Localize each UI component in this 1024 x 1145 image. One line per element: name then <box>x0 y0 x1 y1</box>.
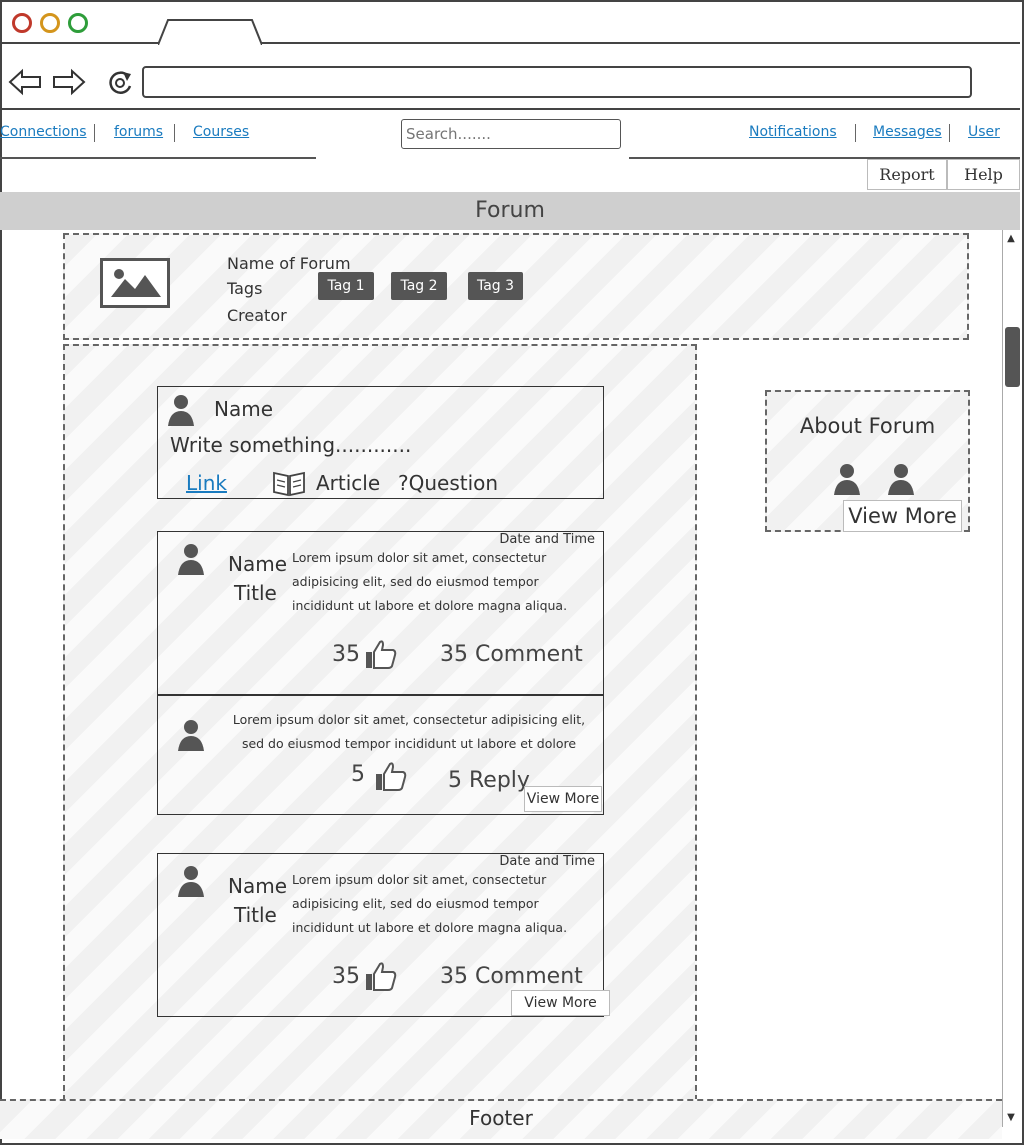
user-icon <box>888 464 914 495</box>
search-input[interactable] <box>401 119 621 149</box>
close-window-button[interactable] <box>12 13 32 33</box>
title-bar <box>0 0 1020 45</box>
thumbs-up-icon[interactable] <box>373 760 407 792</box>
post-like-count: 35 <box>332 964 360 989</box>
post-title[interactable]: Title <box>234 903 277 927</box>
post-composer: Name Write something............ Link Ar… <box>157 386 604 499</box>
tag-chip[interactable]: Tag 1 <box>318 272 374 300</box>
post-datetime: Date and Time <box>499 854 595 869</box>
maximize-window-button[interactable] <box>68 13 88 33</box>
nav-separator <box>94 124 95 142</box>
nav-messages[interactable]: Messages <box>873 124 942 140</box>
tag-chip[interactable]: Tag 3 <box>468 272 523 300</box>
forum-creator-label: Creator <box>227 306 287 325</box>
user-icon <box>178 866 204 897</box>
composer-user-name: Name <box>214 397 274 421</box>
forward-arrow-icon[interactable] <box>50 68 86 96</box>
back-arrow-icon[interactable] <box>8 68 44 96</box>
nav-separator <box>855 124 856 142</box>
forum-post: Date and Time Name Title Lorem ipsum dol… <box>157 853 610 1017</box>
user-icon <box>168 395 194 426</box>
user-icon <box>178 720 204 751</box>
nav-courses[interactable]: Courses <box>193 124 249 140</box>
image-icon <box>100 258 170 308</box>
nav-separator <box>174 124 175 142</box>
link-post-button[interactable]: Link <box>186 471 227 495</box>
post-reply: Lorem ipsum dolor sit amet, consectetur … <box>157 695 604 815</box>
post-title[interactable]: Title <box>234 581 277 605</box>
site-header: Connections forums Courses Notifications… <box>0 112 1020 158</box>
browser-nav-bar <box>0 46 1020 110</box>
forum-tags-label: Tags <box>227 279 263 298</box>
user-icon <box>834 464 860 495</box>
view-more-button[interactable]: View More <box>511 990 610 1016</box>
nav-notifications[interactable]: Notifications <box>749 124 837 140</box>
forum-post: Date and Time Name Title Lorem ipsum dol… <box>157 531 604 695</box>
article-post-button[interactable]: Article <box>316 471 380 495</box>
scroll-up-icon[interactable]: ▲ <box>1005 233 1017 245</box>
user-icon <box>178 544 204 575</box>
nav-forums[interactable]: forums <box>114 124 163 140</box>
post-author-name[interactable]: Name <box>228 552 287 576</box>
reply-like-count: 5 <box>351 762 365 787</box>
book-icon <box>273 471 305 497</box>
about-view-more-button[interactable]: View More <box>843 500 962 532</box>
address-bar[interactable] <box>142 66 972 98</box>
thumbs-up-icon[interactable] <box>363 638 397 670</box>
question-post-button[interactable]: ?Question <box>398 471 498 495</box>
report-button[interactable]: Report <box>867 159 947 190</box>
scroll-down-icon[interactable]: ▼ <box>1005 1112 1017 1124</box>
post-datetime: Date and Time <box>499 532 595 547</box>
tag-chip[interactable]: Tag 2 <box>391 272 447 300</box>
reload-icon[interactable] <box>104 68 136 96</box>
nav-separator <box>949 124 950 142</box>
reply-body: Lorem ipsum dolor sit amet, consectetur … <box>232 712 586 751</box>
browser-tab[interactable] <box>158 19 262 45</box>
help-button[interactable]: Help <box>947 159 1020 190</box>
header-divider <box>0 157 316 159</box>
reply-count[interactable]: 5 Reply <box>448 768 530 793</box>
post-body: Lorem ipsum dolor sit amet, consectetur … <box>292 550 568 613</box>
page-title: Forum <box>0 192 1020 230</box>
scroll-thumb[interactable] <box>1005 327 1020 387</box>
composer-input[interactable]: Write something............ <box>170 433 411 457</box>
post-body: Lorem ipsum dolor sit amet, consectetur … <box>292 872 568 935</box>
nav-connections[interactable]: Connections <box>0 124 87 140</box>
minimize-window-button[interactable] <box>40 13 60 33</box>
post-comment-count[interactable]: 35 Comment <box>440 964 583 989</box>
post-author-name[interactable]: Name <box>228 874 287 898</box>
post-like-count: 35 <box>332 642 360 667</box>
forum-name-label: Name of Forum <box>227 254 351 273</box>
about-forum-title: About Forum <box>799 414 936 438</box>
post-comment-count[interactable]: 35 Comment <box>440 642 583 667</box>
view-more-button[interactable]: View More <box>524 786 602 812</box>
footer: Footer <box>0 1099 1002 1139</box>
nav-user[interactable]: User <box>968 124 1000 140</box>
thumbs-up-icon[interactable] <box>363 960 397 992</box>
